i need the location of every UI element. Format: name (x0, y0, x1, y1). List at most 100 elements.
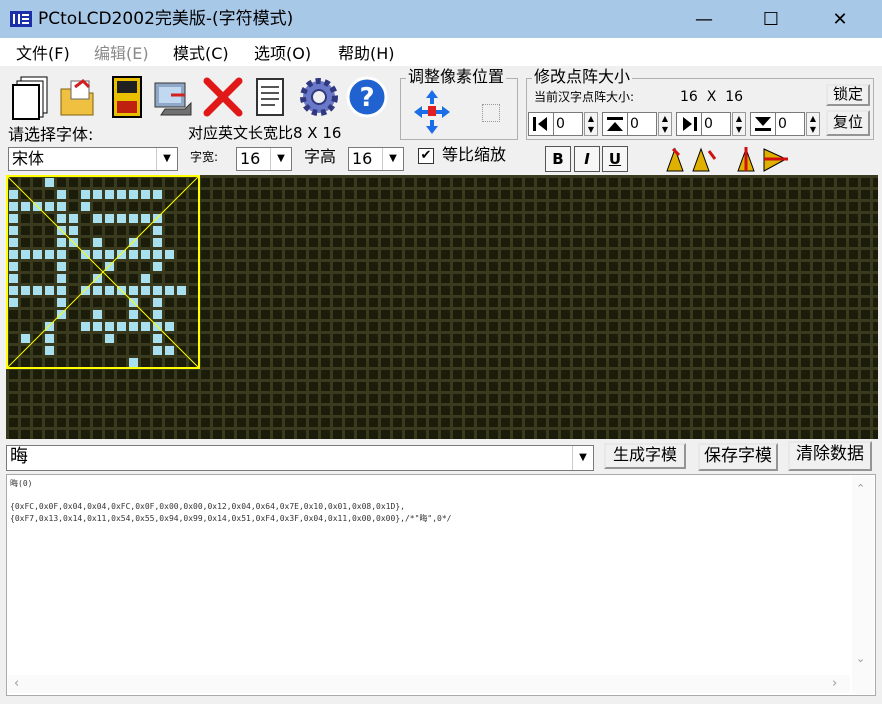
matrix-cell[interactable] (381, 418, 390, 427)
matrix-cell[interactable] (633, 298, 642, 307)
matrix-cell[interactable] (633, 322, 642, 331)
matrix-cell[interactable] (237, 322, 246, 331)
matrix-cell[interactable] (225, 322, 234, 331)
matrix-cell[interactable] (873, 298, 878, 307)
matrix-cell[interactable] (705, 322, 714, 331)
matrix-cell[interactable] (741, 214, 750, 223)
matrix-cell[interactable] (645, 262, 654, 271)
matrix-cell[interactable] (849, 226, 858, 235)
matrix-cell[interactable] (249, 370, 258, 379)
matrix-cell[interactable] (357, 262, 366, 271)
matrix-cell[interactable] (765, 226, 774, 235)
matrix-cell[interactable] (561, 418, 570, 427)
matrix-cell[interactable] (81, 418, 90, 427)
matrix-cell[interactable] (321, 190, 330, 199)
matrix-cell[interactable] (681, 370, 690, 379)
matrix-cell[interactable] (369, 418, 378, 427)
matrix-cell[interactable] (633, 334, 642, 343)
matrix-cell[interactable] (441, 202, 450, 211)
matrix-cell[interactable] (873, 370, 878, 379)
matrix-cell[interactable] (753, 370, 762, 379)
open-folder-icon[interactable] (54, 72, 100, 122)
matrix-cell[interactable] (225, 358, 234, 367)
matrix-cell[interactable] (789, 238, 798, 247)
matrix-cell[interactable] (105, 430, 114, 439)
matrix-cell[interactable] (381, 382, 390, 391)
matrix-cell[interactable] (849, 202, 858, 211)
chevron-down-icon[interactable]: ▼ (382, 148, 403, 170)
matrix-cell[interactable] (801, 214, 810, 223)
matrix-cell[interactable] (849, 190, 858, 199)
matrix-cell[interactable] (405, 250, 414, 259)
matrix-cell[interactable] (345, 346, 354, 355)
matrix-cell[interactable] (825, 310, 834, 319)
matrix-cell[interactable] (585, 430, 594, 439)
matrix-cell[interactable] (93, 370, 102, 379)
matrix-cell[interactable] (213, 238, 222, 247)
matrix-cell[interactable] (33, 310, 42, 319)
matrix-cell[interactable] (813, 346, 822, 355)
matrix-cell[interactable] (525, 418, 534, 427)
matrix-cell[interactable] (129, 382, 138, 391)
matrix-cell[interactable] (609, 430, 618, 439)
scroll-right-icon[interactable]: › (832, 676, 837, 691)
matrix-cell[interactable] (741, 238, 750, 247)
matrix-cell[interactable] (237, 202, 246, 211)
matrix-cell[interactable] (477, 286, 486, 295)
matrix-cell[interactable] (297, 274, 306, 283)
matrix-cell[interactable] (465, 358, 474, 367)
matrix-cell[interactable] (537, 358, 546, 367)
matrix-cell[interactable] (189, 418, 198, 427)
matrix-cell[interactable] (333, 370, 342, 379)
matrix-cell[interactable] (45, 262, 54, 271)
matrix-cell[interactable] (345, 418, 354, 427)
matrix-cell[interactable] (117, 382, 126, 391)
matrix-cell[interactable] (237, 286, 246, 295)
matrix-cell[interactable] (429, 238, 438, 247)
matrix-cell[interactable] (837, 250, 846, 259)
matrix-cell[interactable] (297, 382, 306, 391)
matrix-cell[interactable] (777, 274, 786, 283)
matrix-cell[interactable] (357, 394, 366, 403)
matrix-cell[interactable] (345, 310, 354, 319)
matrix-cell[interactable] (741, 310, 750, 319)
matrix-cell[interactable] (333, 286, 342, 295)
matrix-cell[interactable] (609, 298, 618, 307)
matrix-cell[interactable] (861, 370, 870, 379)
matrix-cell[interactable] (765, 418, 774, 427)
matrix-cell[interactable] (153, 274, 162, 283)
matrix-cell[interactable] (81, 190, 90, 199)
matrix-cell[interactable] (561, 262, 570, 271)
matrix-cell[interactable] (381, 178, 390, 187)
matrix-cell[interactable] (825, 430, 834, 439)
matrix-cell[interactable] (165, 262, 174, 271)
matrix-cell[interactable] (849, 238, 858, 247)
matrix-cell[interactable] (237, 430, 246, 439)
matrix-cell[interactable] (861, 274, 870, 283)
matrix-cell[interactable] (573, 298, 582, 307)
matrix-cell[interactable] (681, 250, 690, 259)
matrix-cell[interactable] (741, 346, 750, 355)
matrix-cell[interactable] (789, 406, 798, 415)
matrix-cell[interactable] (657, 214, 666, 223)
matrix-cell[interactable] (753, 190, 762, 199)
matrix-cell[interactable] (441, 310, 450, 319)
matrix-cell[interactable] (57, 310, 66, 319)
matrix-cell[interactable] (429, 346, 438, 355)
matrix-cell[interactable] (93, 358, 102, 367)
matrix-cell[interactable] (789, 346, 798, 355)
matrix-cell[interactable] (765, 250, 774, 259)
matrix-cell[interactable] (237, 274, 246, 283)
matrix-cell[interactable] (213, 310, 222, 319)
matrix-cell[interactable] (357, 190, 366, 199)
matrix-cell[interactable] (753, 406, 762, 415)
matrix-cell[interactable] (561, 274, 570, 283)
matrix-cell[interactable] (765, 190, 774, 199)
matrix-cell[interactable] (273, 346, 282, 355)
matrix-cell[interactable] (417, 238, 426, 247)
matrix-cell[interactable] (249, 262, 258, 271)
matrix-cell[interactable] (861, 226, 870, 235)
matrix-cell[interactable] (597, 238, 606, 247)
matrix-cell[interactable] (321, 382, 330, 391)
matrix-cell[interactable] (825, 214, 834, 223)
